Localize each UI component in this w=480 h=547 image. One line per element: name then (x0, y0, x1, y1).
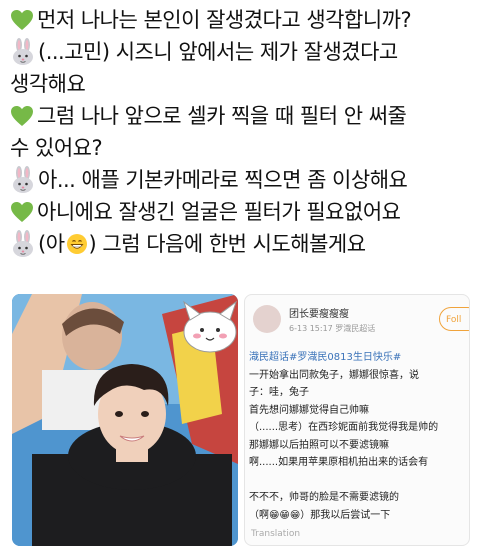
grinning-face-icon (66, 233, 88, 255)
rabbit-face-icon (10, 230, 36, 258)
dialog-line-2: (...고민) 시즈니 앞에서는 제가 잘생겼다고 (10, 36, 476, 68)
sticker-icon (183, 300, 237, 353)
photo-collage: 团长要瘦瘦瘦 6-13 15:17 罗渽民超话 Foll 渽民超话#罗渽民081… (12, 294, 470, 546)
rabbit-face-icon (10, 166, 36, 194)
post-text-line: 啊......如果用苹果原相机拍出来的话会有 (249, 457, 429, 468)
dialog-line-8: (아 ) 그럼 다음에 한번 시도해볼게요 (10, 228, 476, 260)
post-body: 渽民超话#罗渽民0813生日快乐# 一开始拿出同款兔子，娜娜很惊喜，说 子：哇，… (249, 349, 469, 524)
post-text-line: 首先想问娜娜觉得自己帅嘛 (249, 404, 369, 416)
post-text-line: 那娜娜以后拍照可以不要滤镜嘛 (249, 439, 389, 451)
post-text-line: （啊😁😁😁）那我以后尝试一下 (249, 509, 391, 521)
question-text-continued: 수 있어요? (10, 136, 103, 160)
post-topic-line[interactable]: 渽民超话#罗渽民0813生日快乐# (249, 349, 469, 367)
green-heart-icon (10, 105, 34, 127)
question-text: 아니에요 잘생긴 얼굴은 필터가 필요없어요 (37, 200, 401, 224)
answer-text-start: (아 (38, 232, 65, 256)
dialog-line-1: 먼저 나나는 본인이 잘생겼다고 생각합니까? (10, 4, 476, 36)
rabbit-face-icon (10, 38, 36, 66)
green-heart-icon (10, 201, 34, 223)
dialog-line-3: 생각해요 (10, 68, 476, 100)
dialog-line-5: 수 있어요? (10, 132, 476, 164)
green-heart-icon (10, 9, 34, 31)
dialog-line-7: 아니에요 잘생긴 얼굴은 필터가 필요없어요 (10, 196, 476, 228)
answer-text: 아... 애플 기본카메라로 찍으면 좀 이상해요 (38, 168, 408, 192)
post-text-line: （......思考）在西珍妮面前我觉得我是帅的 (249, 422, 439, 433)
post-text-line: 一开始拿出同款兔子，娜娜很惊喜，说 (249, 369, 419, 381)
question-text: 먼저 나나는 본인이 잘생겼다고 생각합니까? (37, 8, 412, 32)
post-header: 团长要瘦瘦瘦 6-13 15:17 罗渽民超话 Foll (253, 303, 469, 343)
dialog-line-4: 그럼 나나 앞으로 셀카 찍을 때 필터 안 써줄 (10, 100, 476, 132)
post-text-line (249, 472, 469, 490)
question-text: 그럼 나나 앞으로 셀카 찍을 때 필터 안 써줄 (37, 104, 407, 128)
answer-text-end: ) 그럼 다음에 한번 시도해볼게요 (88, 232, 367, 256)
translation-link[interactable]: Translation (251, 529, 300, 539)
post-username[interactable]: 团长要瘦瘦瘦 (289, 305, 349, 320)
avatar[interactable] (253, 305, 281, 333)
weibo-post-screenshot[interactable]: 团长要瘦瘦瘦 6-13 15:17 罗渽民超话 Foll 渽民超话#罗渽民081… (244, 294, 470, 546)
post-meta: 6-13 15:17 罗渽民超话 (289, 324, 376, 333)
follow-button[interactable]: Foll (439, 307, 469, 331)
answer-text: (...고민) 시즈니 앞에서는 제가 잘생겼다고 (38, 40, 398, 64)
post-text-line: 不不不，帅哥的脸是不需要滤镜的 (249, 492, 399, 503)
interview-dialog: 먼저 나나는 본인이 잘생겼다고 생각합니까? (...고민) 시즈니 앞에서는… (10, 4, 476, 260)
answer-text-continued: 생각해요 (10, 72, 86, 96)
dialog-line-6: 아... 애플 기본카메라로 찍으면 좀 이상해요 (10, 164, 476, 196)
post-text-line: 子：哇，兔子 (249, 387, 309, 398)
